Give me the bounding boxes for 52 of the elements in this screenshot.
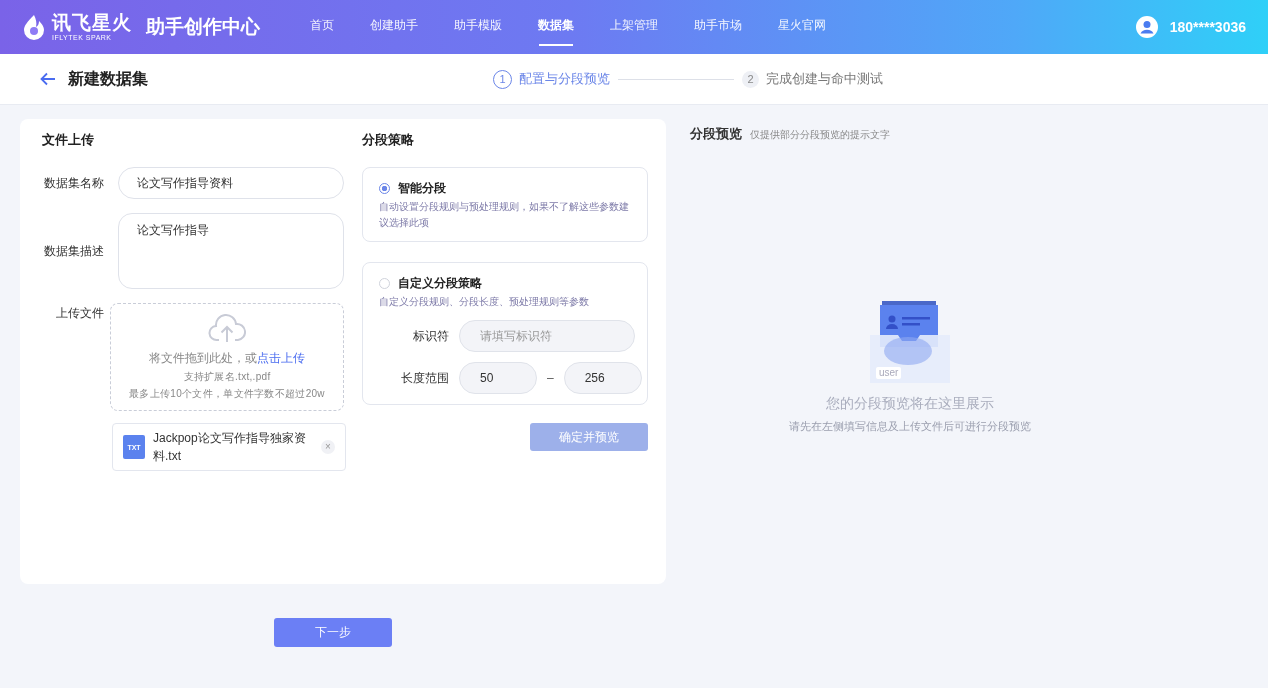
step-label: 配置与分段预览 xyxy=(519,70,610,88)
section-title: 分段策略 xyxy=(362,131,415,149)
nav-tab[interactable]: 首页 xyxy=(292,0,352,54)
flame-logo-icon xyxy=(22,14,46,40)
min-length-field[interactable]: 50 xyxy=(459,362,537,394)
option-description: 自定义分段规则、分段长度、预处理规则等参数 xyxy=(379,295,590,309)
name-field[interactable]: 论文写作指导资料 xyxy=(118,167,344,199)
option-title: 智能分段 xyxy=(398,180,446,197)
empty-hint: 请先在左侧填写信息及上传文件后可进行分段预览 xyxy=(789,419,1031,434)
description-field[interactable]: 论文写作指导 xyxy=(118,213,344,289)
strategy-option[interactable]: 自定义分段策略 自定义分段规则、分段长度、预处理规则等参数 标识符 请填写标识符 长度范围 50 – 256 xyxy=(362,262,648,405)
file-name: Jackpop论文写作指导独家资料.txt xyxy=(153,430,307,465)
upload-dropzone[interactable]: 将文件拖到此处，或点击上传 支持扩展名.txt,.pdf 最多上传10个文件，单文件字数不超过20w xyxy=(110,303,344,411)
max-length-field[interactable]: 256 xyxy=(563,362,642,394)
field-label: 数据集名称 xyxy=(43,174,104,192)
field-label: 标识符 xyxy=(412,327,449,345)
field-label: 数据集描述 xyxy=(43,242,104,260)
cloud-upload-icon xyxy=(208,313,246,343)
limit-note: 最多上传10个文件，单文件字数不超过20w xyxy=(129,387,325,401)
nav-tab[interactable]: 创建助手 xyxy=(352,0,436,54)
back-arrow-icon[interactable] xyxy=(40,72,56,86)
logo-text: 讯飞星火 xyxy=(52,13,132,32)
range-separator: – xyxy=(547,371,554,385)
field-label: 长度范围 xyxy=(400,369,449,387)
confirm-preview-button[interactable]: 确定并预览 xyxy=(530,423,648,451)
option-title: 自定义分段策略 xyxy=(398,275,482,292)
nav-tab[interactable]: 星火官网 xyxy=(760,0,844,54)
strategy-option[interactable]: 智能分段 自动设置分段规则与预处理规则，如果不了解这些参数建议选择此项 xyxy=(362,167,648,242)
user-tag: user xyxy=(876,367,902,379)
empty-title: 您的分段预览将在这里展示 xyxy=(826,395,994,413)
user-phone[interactable]: 180****3036 xyxy=(1169,19,1246,35)
app-title: 助手创作中心 xyxy=(146,15,260,39)
section-title: 文件上传 xyxy=(42,131,95,149)
page-title: 新建数据集 xyxy=(68,68,148,89)
step-number: 1 xyxy=(493,69,512,89)
preview-subtitle: 仅提供部分分段预览的提示文字 xyxy=(750,129,890,142)
upload-hint: 将文件拖到此处，或点击上传 xyxy=(149,350,305,367)
avatar-icon[interactable] xyxy=(1135,16,1158,38)
nav-tab[interactable]: 上架管理 xyxy=(592,0,676,54)
radio-button[interactable] xyxy=(379,183,390,194)
remove-button[interactable]: × xyxy=(321,440,335,454)
preview-title: 分段预览 xyxy=(690,125,742,143)
option-description: 自动设置分段规则与预处理规则，如果不了解这些参数建议选择此项 xyxy=(379,200,630,230)
upload-link[interactable]: 点击上传 xyxy=(257,351,305,365)
extension-note: 支持扩展名.txt,.pdf xyxy=(183,370,271,384)
nav-tab[interactable]: 助手市场 xyxy=(676,0,760,54)
next-step-button[interactable]: 下一步 xyxy=(274,618,392,647)
identifier-field[interactable]: 请填写标识符 xyxy=(459,320,635,352)
step-label: 完成创建与命中测试 xyxy=(766,70,883,88)
step-number: 2 xyxy=(742,70,759,88)
field-label: 上传文件 xyxy=(55,305,104,322)
nav-tab[interactable]: 助手模版 xyxy=(436,0,520,54)
